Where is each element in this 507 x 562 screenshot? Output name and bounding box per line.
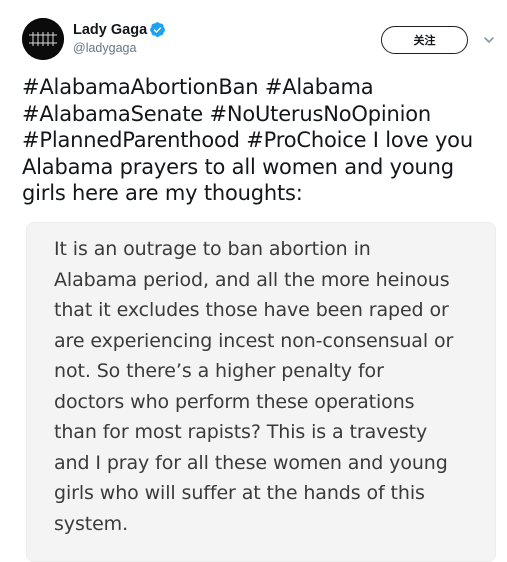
note-text-line: that it excludes those have been raped o… (54, 299, 449, 321)
note-text-line: girls who will suffer at the hands of th… (54, 482, 425, 504)
chevron-down-icon[interactable] (481, 32, 497, 48)
tweet-text-line: girls here are my thoughts: (22, 181, 303, 205)
avatar-image (22, 18, 64, 60)
tweet-text-line: Alabama prayers to all women and young (22, 154, 454, 179)
avatar[interactable] (22, 18, 64, 60)
note-text-line: doctors who perform these operations (54, 390, 415, 413)
tweet-text-line: #PlannedParenthood #ProChoice I love you (22, 128, 473, 152)
tweet-text-line: #AlabamaSenate #NoUterusNoOpinion (22, 101, 431, 126)
note-text-line: and I pray for all these women and young (54, 451, 448, 474)
follow-button[interactable]: 关注 (381, 26, 468, 54)
tweet-text-line: #AlabamaAbortionBan #Alabama (22, 75, 374, 99)
note-text-line: system. (54, 512, 129, 535)
tweet-text: #AlabamaAbortionBan #Alabama #AlabamaSen… (22, 74, 502, 207)
author-handle[interactable]: @ladygaga (73, 41, 136, 55)
note-text-line: Alabama period, and all the more heinous (54, 268, 450, 291)
note-text-line: not. So there’s a higher penalty for (54, 360, 384, 382)
note-text-line: than for most rapists? This is a travest… (54, 421, 428, 443)
note-text: It is an outrage to ban abortion in Alab… (54, 234, 494, 539)
author-display-name[interactable]: Lady Gaga (73, 22, 147, 38)
verified-badge-icon (150, 22, 165, 37)
tweet-header: Lady Gaga @ladygaga 关注 (0, 0, 507, 62)
note-text-line: are experiencing incest non-consensual o… (54, 329, 454, 352)
note-text-line: It is an outrage to ban abortion in (54, 238, 371, 260)
